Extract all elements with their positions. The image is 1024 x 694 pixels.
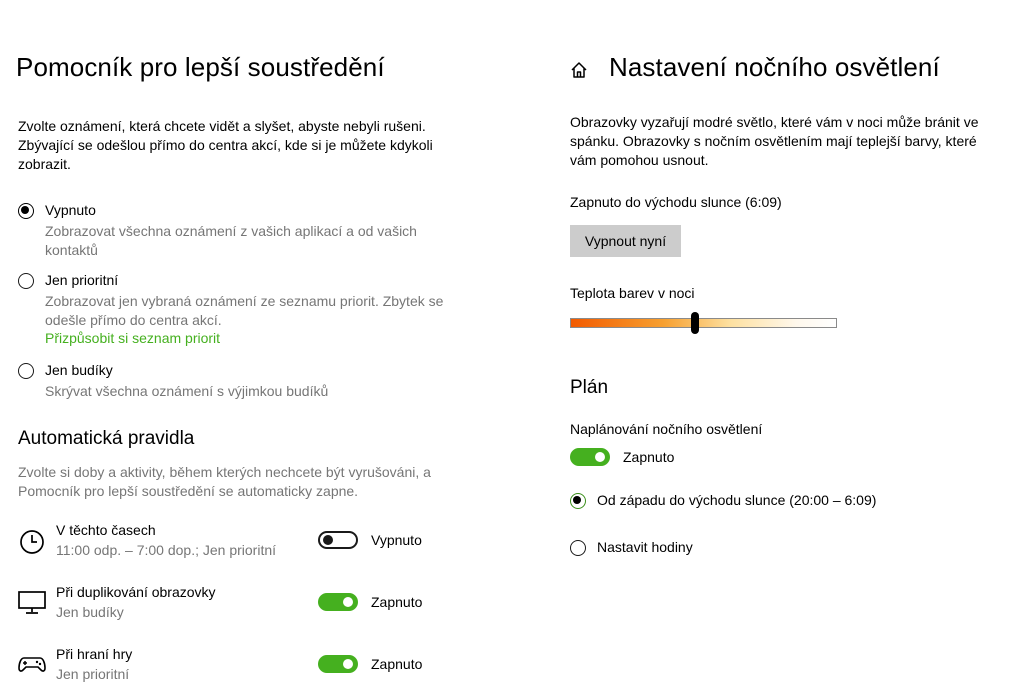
rule-title: V těchto časech (56, 522, 156, 538)
schedule-toggle[interactable] (570, 448, 610, 466)
rule-duplicating-state: Zapnuto (371, 594, 423, 610)
focus-assist-intro: Zvolte oznámení, která chcete vidět a sl… (18, 118, 433, 172)
gamepad-icon (18, 657, 46, 672)
schedule-toggle-state: Zapnuto (623, 449, 675, 465)
rule-playing-game[interactable]: Při hraní hry Jen prioritní Zapnuto (18, 646, 458, 690)
set-hours-radio[interactable] (570, 540, 586, 556)
option-priority-radio[interactable] (18, 273, 34, 289)
option-alarms-label: Jen budíky (45, 362, 113, 378)
rule-subtitle: Jen budíky (56, 604, 124, 620)
option-off-desc: Zobrazovat všechna oznámení z vašich apl… (45, 223, 417, 258)
rule-duplicating-display[interactable]: Při duplikování obrazovky Jen budíky Zap… (18, 584, 458, 628)
color-temperature-track[interactable] (570, 318, 837, 328)
rule-game-state: Zapnuto (371, 656, 423, 672)
color-temperature-label: Teplota barev v noci (570, 285, 695, 301)
color-temperature-thumb[interactable] (691, 312, 700, 334)
night-light-status: Zapnuto do východu slunce (6:09) (570, 194, 782, 210)
turn-off-now-button[interactable]: Vypnout nyní (570, 225, 681, 257)
clock-icon (20, 530, 44, 554)
rule-title: Při hraní hry (56, 646, 133, 662)
sunset-sunrise-radio[interactable] (570, 493, 586, 509)
option-priority-desc: Zobrazovat jen vybraná oznámení ze sezna… (45, 293, 444, 328)
option-off-label: Vypnuto (45, 202, 96, 218)
rule-subtitle: Jen prioritní (56, 666, 130, 682)
rule-duplicating-toggle[interactable] (318, 593, 358, 611)
rule-title: Při duplikování obrazovky (56, 584, 216, 600)
option-alarms-radio[interactable] (18, 363, 34, 379)
auto-rules-desc: Zvolte si doby a aktivity, během kterých… (18, 464, 431, 499)
customize-priority-link[interactable]: Přizpůsobit si seznam priorit (45, 330, 220, 346)
night-light-intro: Obrazovky vyzařují modré světlo, které v… (570, 114, 979, 168)
schedule-heading: Plán (570, 377, 609, 398)
rule-times-state: Vypnuto (371, 532, 422, 548)
rule-times-toggle[interactable] (318, 531, 358, 549)
option-off-radio[interactable] (18, 203, 34, 219)
rule-subtitle: 11:00 odp. – 7:00 dop.; Jen prioritní (56, 542, 277, 558)
option-priority-label: Jen prioritní (45, 272, 119, 288)
focus-assist-title: Pomocník pro lepší soustředění (16, 52, 385, 82)
set-hours-label: Nastavit hodiny (597, 539, 693, 555)
rule-during-times[interactable]: V těchto časech 11:00 odp. – 7:00 dop.; … (18, 522, 458, 566)
schedule-label: Naplánování nočního osvětlení (570, 421, 763, 437)
night-light-title: Nastavení nočního osvětlení (609, 52, 940, 82)
home-icon[interactable] (570, 61, 588, 79)
rule-game-toggle[interactable] (318, 655, 358, 673)
sunset-sunrise-label: Od západu do východu slunce (20:00 – 6:0… (597, 492, 877, 508)
monitor-icon (18, 591, 46, 614)
auto-rules-heading: Automatická pravidla (18, 428, 195, 449)
option-alarms-desc: Skrývat všechna oznámení s výjimkou budí… (45, 383, 329, 399)
